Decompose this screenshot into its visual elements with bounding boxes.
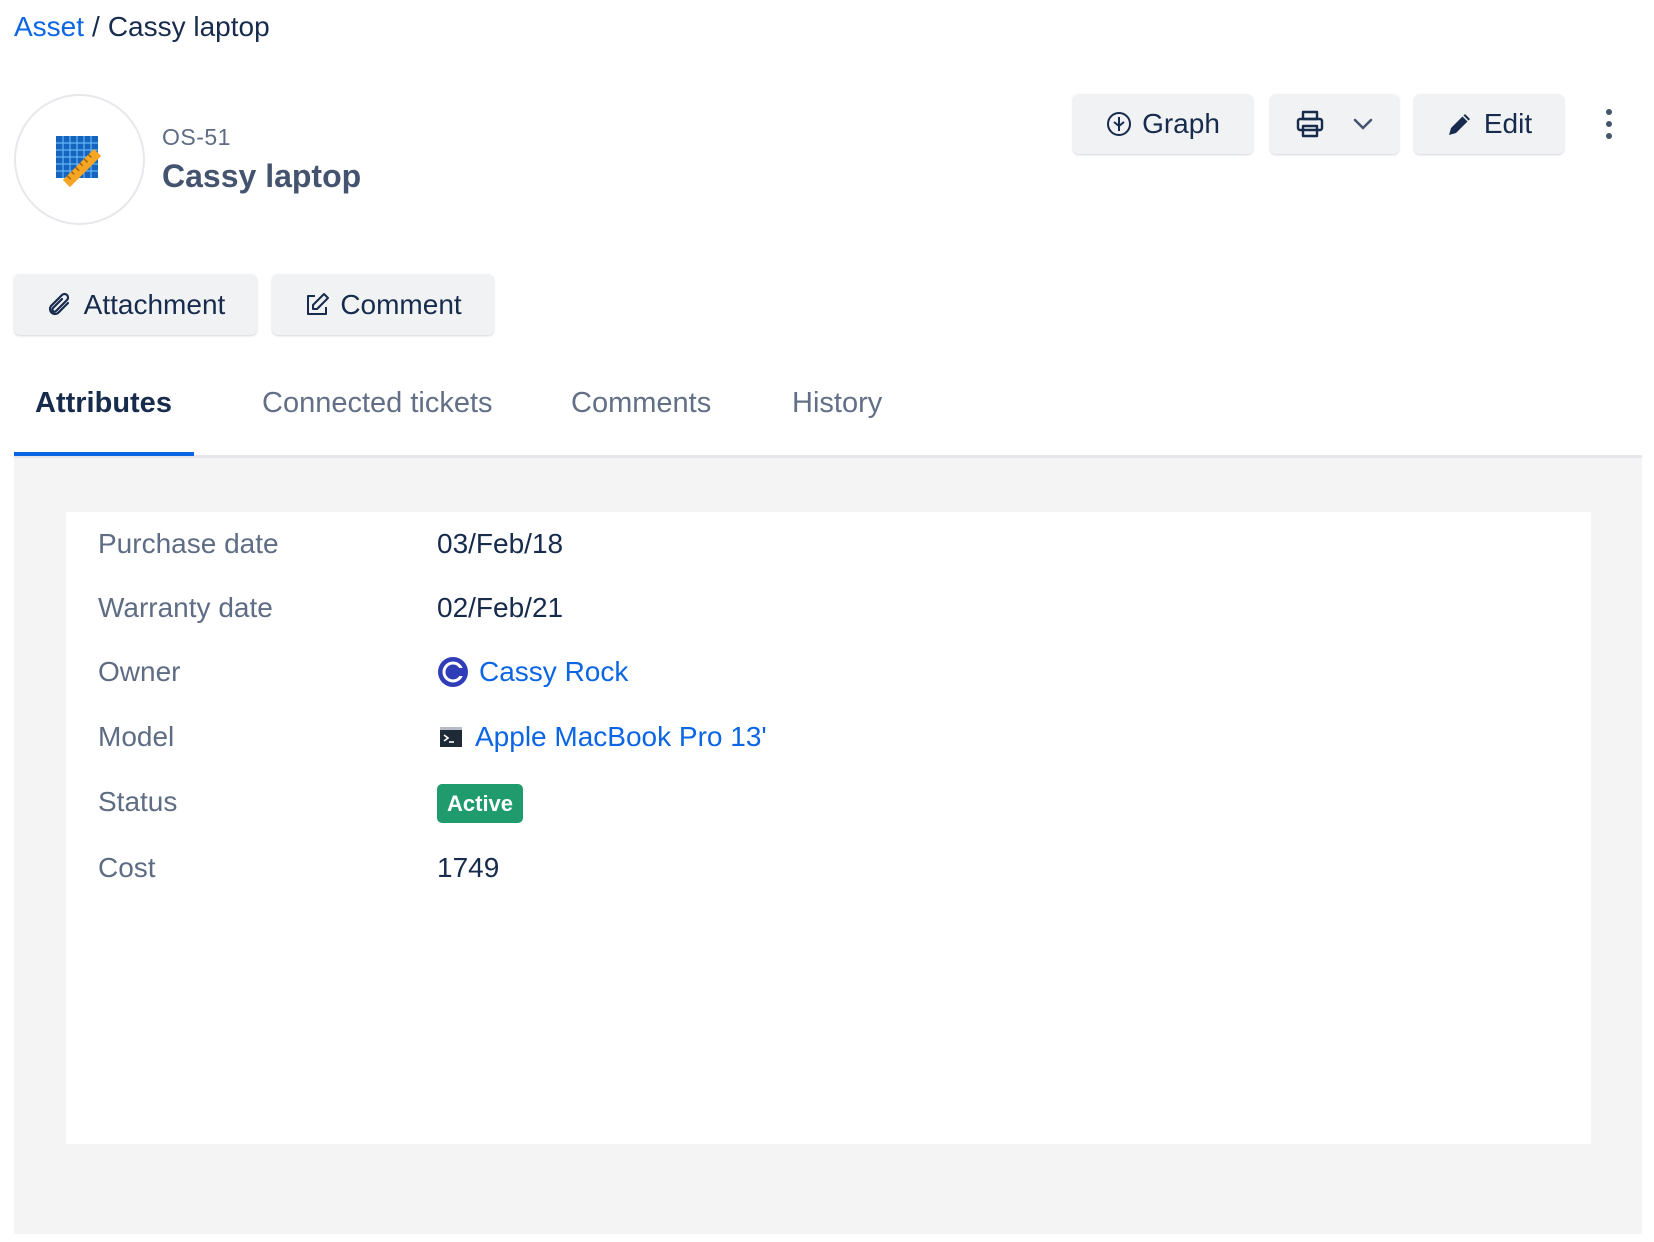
status-badge: Active <box>437 784 524 823</box>
attachment-button-label: Attachment <box>83 288 226 320</box>
asset-name: Cassy laptop <box>162 158 362 194</box>
paperclip-icon <box>48 292 69 315</box>
pencil-icon <box>1448 114 1470 135</box>
attribute-row-warranty-date: Warranty date 02/Feb/21 <box>66 586 1591 634</box>
warranty-date-value: 02/Feb/21 <box>437 592 564 623</box>
tab-attributes[interactable]: Attributes <box>35 387 172 420</box>
breadcrumb-asset-link[interactable]: Asset <box>14 11 84 42</box>
edit-button-label: Edit <box>1483 108 1533 139</box>
attribute-row-model: Model Apple MacBook Pro 13' <box>66 715 1591 763</box>
attribute-label: Warranty date <box>98 592 273 623</box>
print-dropdown-button[interactable] <box>1270 94 1399 154</box>
chevron-down-icon <box>1353 118 1372 130</box>
comment-button-label: Comment <box>340 288 462 320</box>
tab-comments[interactable]: Comments <box>571 387 711 420</box>
breadcrumb-current: Cassy laptop <box>107 11 270 42</box>
comment-button[interactable]: Comment <box>272 274 494 335</box>
attribute-row-status: Status Active <box>66 780 1591 828</box>
cost-value: 1749 <box>437 852 500 883</box>
breadcrumb: Asset / Cassy laptop <box>14 8 270 46</box>
tab-connected-tickets[interactable]: Connected tickets <box>262 387 493 420</box>
attachment-button[interactable]: Attachment <box>14 274 257 335</box>
terminal-icon <box>440 727 462 747</box>
more-vertical-icon <box>1606 109 1612 139</box>
user-avatar-icon <box>438 657 468 687</box>
more-actions-button[interactable] <box>1594 100 1624 148</box>
tab-bar: Attributes Connected tickets Comments Hi… <box>14 370 1642 458</box>
edit-button[interactable]: Edit <box>1414 94 1564 154</box>
edit-note-icon <box>307 292 330 315</box>
graph-button-label: Graph <box>1142 108 1220 139</box>
purchase-date-value: 03/Feb/18 <box>437 528 564 559</box>
tab-history[interactable]: History <box>792 387 882 420</box>
blueprint-ruler-icon <box>55 135 101 187</box>
owner-link[interactable]: Cassy Rock <box>479 656 628 688</box>
breadcrumb-separator: / <box>92 11 100 42</box>
attributes-panel: Purchase date 03/Feb/18 Warranty date 02… <box>14 458 1642 1234</box>
attributes-card: Purchase date 03/Feb/18 Warranty date 02… <box>66 512 1591 1144</box>
attribute-label: Model <box>98 721 175 752</box>
asset-avatar <box>14 94 145 225</box>
model-value: Apple MacBook Pro 13' <box>437 721 767 753</box>
attribute-row-owner: Owner Cassy Rock <box>66 650 1591 698</box>
attribute-label: Owner <box>98 656 181 687</box>
asset-key: OS-51 <box>162 124 231 150</box>
graph-icon <box>1107 112 1132 136</box>
owner-value: Cassy Rock <box>437 656 628 688</box>
attribute-row-cost: Cost 1749 <box>66 846 1591 894</box>
status-value: Active <box>437 784 524 823</box>
attribute-label: Cost <box>98 852 156 883</box>
graph-button[interactable]: Graph <box>1073 94 1253 154</box>
active-tab-indicator <box>14 452 194 456</box>
model-link[interactable]: Apple MacBook Pro 13' <box>475 721 767 753</box>
printer-icon <box>1296 110 1323 138</box>
attribute-row-purchase-date: Purchase date 03/Feb/18 <box>66 522 1591 570</box>
attribute-label: Purchase date <box>98 528 279 559</box>
attribute-label: Status <box>98 786 178 817</box>
